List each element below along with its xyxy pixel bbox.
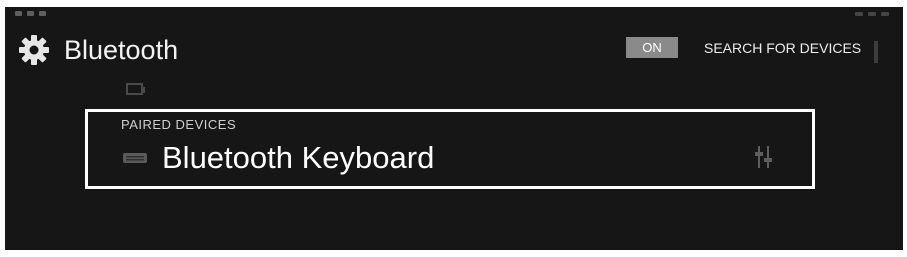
paired-device-row[interactable]: Bluetooth Keyboard xyxy=(88,134,812,186)
wifi-icon xyxy=(868,12,876,16)
settings-sliders-icon[interactable] xyxy=(752,143,776,171)
search-for-devices-button[interactable]: SEARCH FOR DEVICES xyxy=(704,39,861,57)
page-title: Bluetooth xyxy=(64,35,179,65)
notification-icon xyxy=(39,11,46,16)
overflow-menu-icon[interactable] xyxy=(874,41,878,63)
device-icon xyxy=(126,83,145,95)
notification-icon xyxy=(27,11,34,16)
notification-icons xyxy=(15,11,46,16)
paired-devices-section: PAIRED DEVICES Bluetooth Keyboard xyxy=(85,109,815,189)
battery-icon xyxy=(881,12,889,16)
bluetooth-settings-screen: Bluetooth ON SEARCH FOR DEVICES PAIRED D… xyxy=(5,7,903,250)
notification-icon xyxy=(15,11,22,16)
bluetooth-toggle[interactable]: ON xyxy=(626,37,678,58)
status-bar xyxy=(5,7,903,27)
device-name: Bluetooth Keyboard xyxy=(162,140,435,175)
paired-devices-header: PAIRED DEVICES xyxy=(121,117,237,132)
signal-icon xyxy=(855,12,863,16)
gear-icon[interactable] xyxy=(18,34,50,66)
system-status-icons xyxy=(855,12,889,16)
action-bar: Bluetooth ON SEARCH FOR DEVICES xyxy=(5,27,903,73)
keyboard-icon xyxy=(123,153,147,163)
